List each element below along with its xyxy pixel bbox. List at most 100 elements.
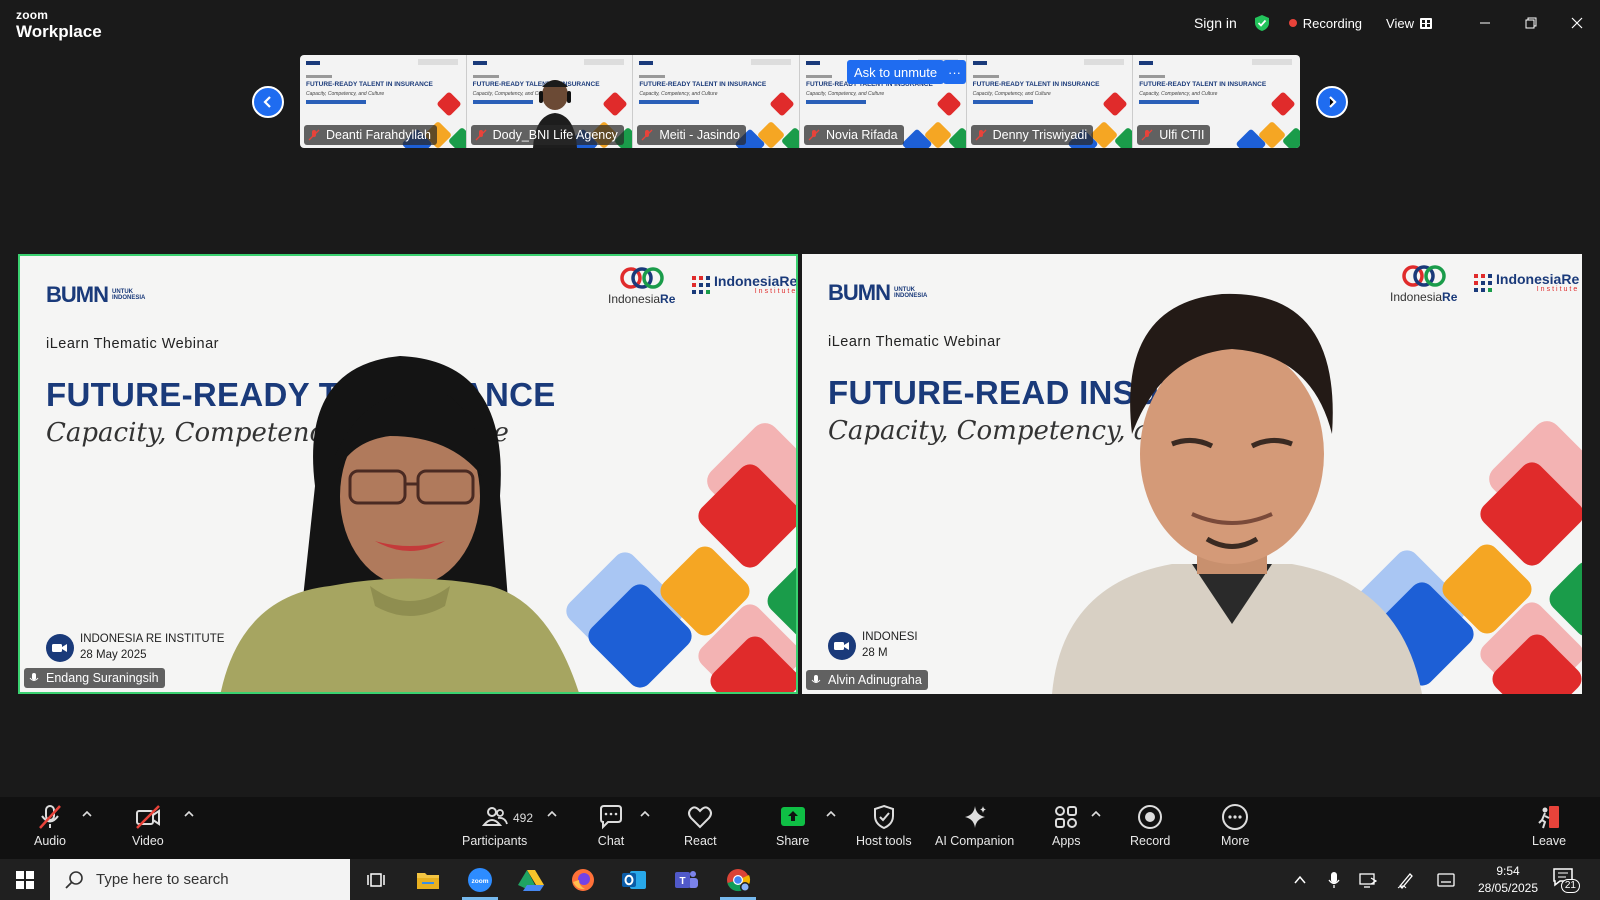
organizer-name: INDONESIA RE INSTITUTE [80, 633, 225, 645]
firefox-button[interactable] [559, 859, 607, 900]
participants-button[interactable]: Participants [462, 803, 527, 848]
leave-icon [1538, 806, 1560, 829]
organizer-info: INDONESI 28 M [828, 630, 918, 661]
leave-button[interactable]: Leave [1532, 803, 1566, 848]
audio-options-caret-icon[interactable] [82, 809, 92, 819]
chat-button[interactable]: Chat [597, 803, 625, 848]
chrome-button[interactable] [714, 859, 762, 900]
mic-muted-icon [808, 129, 820, 141]
svg-text:zoom: zoom [472, 878, 489, 885]
chat-icon [600, 805, 622, 830]
google-drive-button[interactable] [507, 859, 555, 900]
start-button[interactable] [0, 859, 50, 900]
video-options-caret-icon[interactable] [184, 809, 194, 819]
participant-strip: FUTURE-READY TALENT IN INSURANCE Capacit… [300, 55, 1300, 148]
sign-in-link[interactable]: Sign in [1194, 15, 1237, 31]
thumb-slide-title: FUTURE-READY TALENT IN INSURANCE [972, 81, 1100, 88]
video-button[interactable]: Video [132, 803, 164, 848]
ai-companion-button[interactable]: AI Companion [935, 803, 1014, 848]
recording-indicator[interactable]: Recording [1288, 16, 1362, 31]
thumb-slide-subtitle: Capacity, Competency, and Culture [805, 91, 885, 97]
indonesia-re-institute-logo: IndonesiaRe Institute [1474, 272, 1579, 293]
view-label: View [1386, 15, 1414, 31]
indonesia-re-institute-logo: IndonesiaRe Institute [692, 273, 798, 295]
video-label: Video [132, 834, 164, 848]
system-clock[interactable]: 9:54 28/05/2025 [1468, 863, 1548, 897]
decorative-shapes [566, 423, 796, 692]
zoom-taskbar-button[interactable]: zoom [456, 859, 504, 900]
speaker-name: Endang Suraningsih [46, 671, 159, 685]
restore-button[interactable] [1508, 0, 1554, 46]
ire-text-bold: Re [660, 292, 676, 306]
video-tile-active-speaker[interactable]: BUMN UNTUK INDONESIA IndonesiaRe Indonesi… [18, 254, 798, 694]
record-button[interactable]: Record [1130, 803, 1170, 848]
prev-page-button[interactable] [252, 86, 284, 118]
clock-time: 9:54 [1496, 864, 1520, 878]
host-tools-button[interactable]: Host tools [856, 803, 912, 848]
audio-button[interactable]: Audio [34, 803, 66, 848]
windows-logo-icon [16, 870, 34, 889]
notification-center-button[interactable]: 21 [1552, 867, 1580, 893]
task-view-button[interactable] [352, 859, 400, 900]
participants-options-caret-icon[interactable] [547, 809, 557, 819]
participant-thumbnail[interactable]: FUTURE-READY TALENT IN INSURANCE Capacit… [966, 55, 1134, 148]
mic-icon [29, 673, 39, 681]
participant-more-button[interactable]: ··· [943, 60, 966, 84]
apps-options-caret-icon[interactable] [1091, 809, 1101, 819]
indonesia-re-logo: IndonesiaRe [608, 266, 675, 306]
ire-text: Indonesia [608, 292, 661, 306]
taskbar-search-input[interactable]: Type here to search [50, 859, 350, 900]
next-page-button[interactable] [1316, 86, 1348, 118]
speaker-video [1052, 293, 1422, 694]
participants-count: 492 [513, 811, 534, 825]
minimize-icon [1480, 22, 1490, 24]
firefox-icon [572, 868, 594, 891]
leave-label: Leave [1532, 834, 1567, 848]
thumb-slide-subtitle: Capacity, Competency, and Culture [306, 91, 385, 97]
thumb-slide-subtitle: Capacity, Competency, and Culture [1139, 91, 1218, 97]
chat-options-caret-icon[interactable] [640, 809, 650, 819]
show-hidden-icons-button[interactable] [1290, 859, 1310, 900]
institute-text: IndonesiaRe [714, 273, 798, 289]
apps-button[interactable]: Apps [1052, 803, 1081, 848]
react-label: React [684, 834, 717, 848]
network-icon [1359, 872, 1377, 888]
chevron-right-icon [1329, 96, 1337, 108]
mic-muted-icon [475, 129, 487, 141]
more-icon [1222, 804, 1249, 830]
mic-muted-icon [641, 129, 653, 141]
outlook-button[interactable] [610, 859, 658, 900]
video-tile[interactable]: BUMN UNTUK INDONESIA IndonesiaRe Indonesi… [802, 254, 1582, 694]
bumn-sub-2: INDONESIA [112, 295, 146, 301]
touch-keyboard-tray[interactable] [1434, 859, 1458, 900]
event-date: 28 M [862, 646, 888, 659]
participant-thumbnail[interactable]: FUTURE-READY TALENT IN INSURANCE Capacit… [466, 55, 634, 148]
share-button[interactable]: Share [776, 803, 809, 848]
thumb-slide-subtitle: Capacity, Competency, and Culture [639, 91, 718, 97]
participant-thumbnail[interactable]: FUTURE-READY TALENT IN INSURANCE Capacit… [633, 55, 800, 148]
shield-check-icon[interactable] [1253, 14, 1271, 32]
participant-thumbnail[interactable]: FUTURE-READY TALENT IN INSURANCE Capacit… [300, 55, 467, 148]
close-button[interactable] [1554, 0, 1600, 46]
minimize-button[interactable] [1462, 0, 1508, 46]
pen-tray[interactable] [1394, 859, 1418, 900]
event-date: 28 May 2025 [80, 648, 147, 661]
participant-thumbnail[interactable]: FUTURE-READY TALENT IN INSURANCE Capacit… [1133, 55, 1300, 148]
more-button[interactable]: More [1221, 803, 1249, 848]
teams-button[interactable]: T [662, 859, 710, 900]
search-placeholder: Type here to search [96, 871, 229, 888]
react-button[interactable]: React [684, 803, 717, 848]
audio-label: Audio [34, 834, 66, 848]
participant-name-tag: Deanti Farahdyllah [304, 125, 437, 145]
organizer-info: INDONESIA RE INSTITUTE 28 May 2025 [46, 632, 224, 663]
brand-small: zoom [16, 8, 49, 22]
share-options-caret-icon[interactable] [826, 809, 836, 819]
ask-to-unmute-button[interactable]: Ask to unmute [847, 60, 945, 84]
view-button[interactable]: View [1386, 16, 1432, 31]
thumb-slide-title: FUTURE-READY TALENT IN INSURANCE [639, 81, 767, 88]
microphone-tray[interactable] [1322, 859, 1346, 900]
file-explorer-button[interactable] [404, 859, 452, 900]
heart-icon [688, 806, 713, 829]
network-tray[interactable] [1356, 859, 1380, 900]
google-drive-icon [518, 869, 544, 891]
